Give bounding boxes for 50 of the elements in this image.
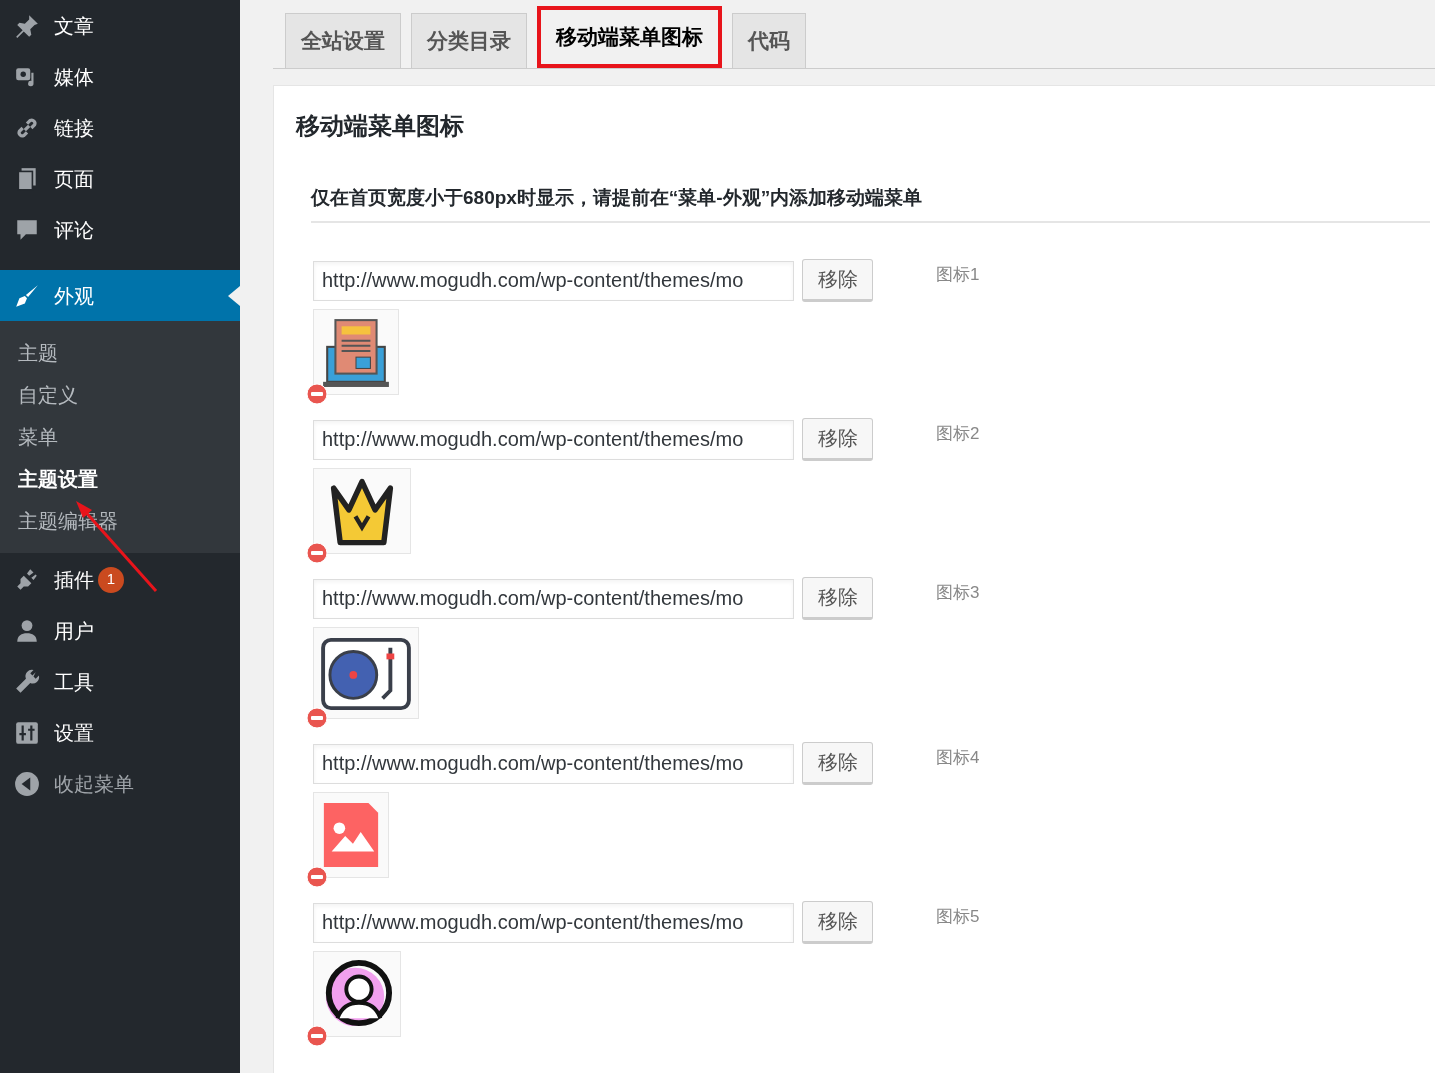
sidebar-item[interactable]: 媒体 bbox=[0, 51, 240, 102]
remove-minus-icon[interactable] bbox=[306, 382, 328, 405]
remove-minus-icon[interactable] bbox=[306, 541, 328, 564]
sidebar-item[interactable]: 设置 bbox=[0, 707, 240, 758]
url-input-field[interactable]: http://www.mogudh.com/wp-content/themes/mo bbox=[313, 419, 794, 460]
submenu-item[interactable]: 自定义 bbox=[0, 374, 240, 416]
url-input-field[interactable]: http://www.mogudh.com/wp-content/themes/mo bbox=[313, 743, 794, 784]
sidebar-item[interactable]: 工具 bbox=[0, 656, 240, 707]
url-input-field[interactable]: http://www.mogudh.com/wp-content/themes/mo bbox=[313, 902, 794, 943]
icon-label: 图标1 bbox=[936, 263, 980, 286]
submenu-item[interactable]: 主题设置 bbox=[0, 458, 240, 500]
sidebar-item[interactable]: 文章 bbox=[0, 0, 240, 51]
panel-description: 仅在首页宽度小于680px时显示，请提前在“菜单-外观”内添加移动端菜单 bbox=[311, 186, 923, 210]
left-arrow-circle-icon bbox=[14, 770, 40, 797]
remove-button[interactable]: 移除 bbox=[802, 576, 873, 620]
tab[interactable]: 代码 bbox=[732, 13, 806, 68]
sliders-icon bbox=[14, 719, 40, 746]
remove-button[interactable]: 移除 bbox=[802, 900, 873, 944]
tab[interactable]: 分类目录 bbox=[411, 13, 527, 68]
panel-title: 移动端菜单图标 bbox=[296, 111, 465, 141]
plug-icon bbox=[14, 566, 40, 593]
remove-minus-icon[interactable] bbox=[306, 706, 328, 729]
submenu-item[interactable]: 主题 bbox=[0, 332, 240, 374]
icon-label: 图标3 bbox=[936, 581, 980, 604]
current-menu-pointer bbox=[228, 286, 240, 306]
remove-minus-icon[interactable] bbox=[306, 1024, 328, 1047]
url-input-field[interactable]: http://www.mogudh.com/wp-content/themes/mo bbox=[313, 578, 794, 619]
sidebar-item[interactable]: 评论 bbox=[0, 204, 240, 255]
sidebar-item[interactable]: 插件 1 bbox=[0, 554, 240, 605]
tab[interactable]: 移动端菜单图标 bbox=[537, 6, 722, 68]
url-input-field[interactable]: http://www.mogudh.com/wp-content/themes/mo bbox=[313, 260, 794, 301]
sidebar-item[interactable]: 收起菜单 bbox=[0, 758, 240, 809]
sidebar-item[interactable]: 页面 bbox=[0, 153, 240, 204]
tab[interactable]: 全站设置 bbox=[285, 13, 401, 68]
update-count-badge: 1 bbox=[98, 566, 124, 593]
remove-button[interactable]: 移除 bbox=[802, 417, 873, 461]
pin-icon bbox=[14, 12, 40, 39]
remove-button[interactable]: 移除 bbox=[802, 258, 873, 302]
sidebar-item[interactable]: 链接 bbox=[0, 102, 240, 153]
wrench-icon bbox=[14, 668, 40, 695]
brush-icon bbox=[14, 282, 40, 309]
icon-label: 图标4 bbox=[936, 746, 980, 769]
icon-label: 图标5 bbox=[936, 905, 980, 928]
submenu-item[interactable]: 菜单 bbox=[0, 416, 240, 458]
icon-label: 图标2 bbox=[936, 422, 980, 445]
remove-minus-icon[interactable] bbox=[306, 865, 328, 888]
sidebar-item[interactable]: 用户 bbox=[0, 605, 240, 656]
remove-button[interactable]: 移除 bbox=[802, 741, 873, 785]
sidebar-item[interactable]: 外观 bbox=[0, 270, 240, 321]
user-icon bbox=[14, 617, 40, 644]
